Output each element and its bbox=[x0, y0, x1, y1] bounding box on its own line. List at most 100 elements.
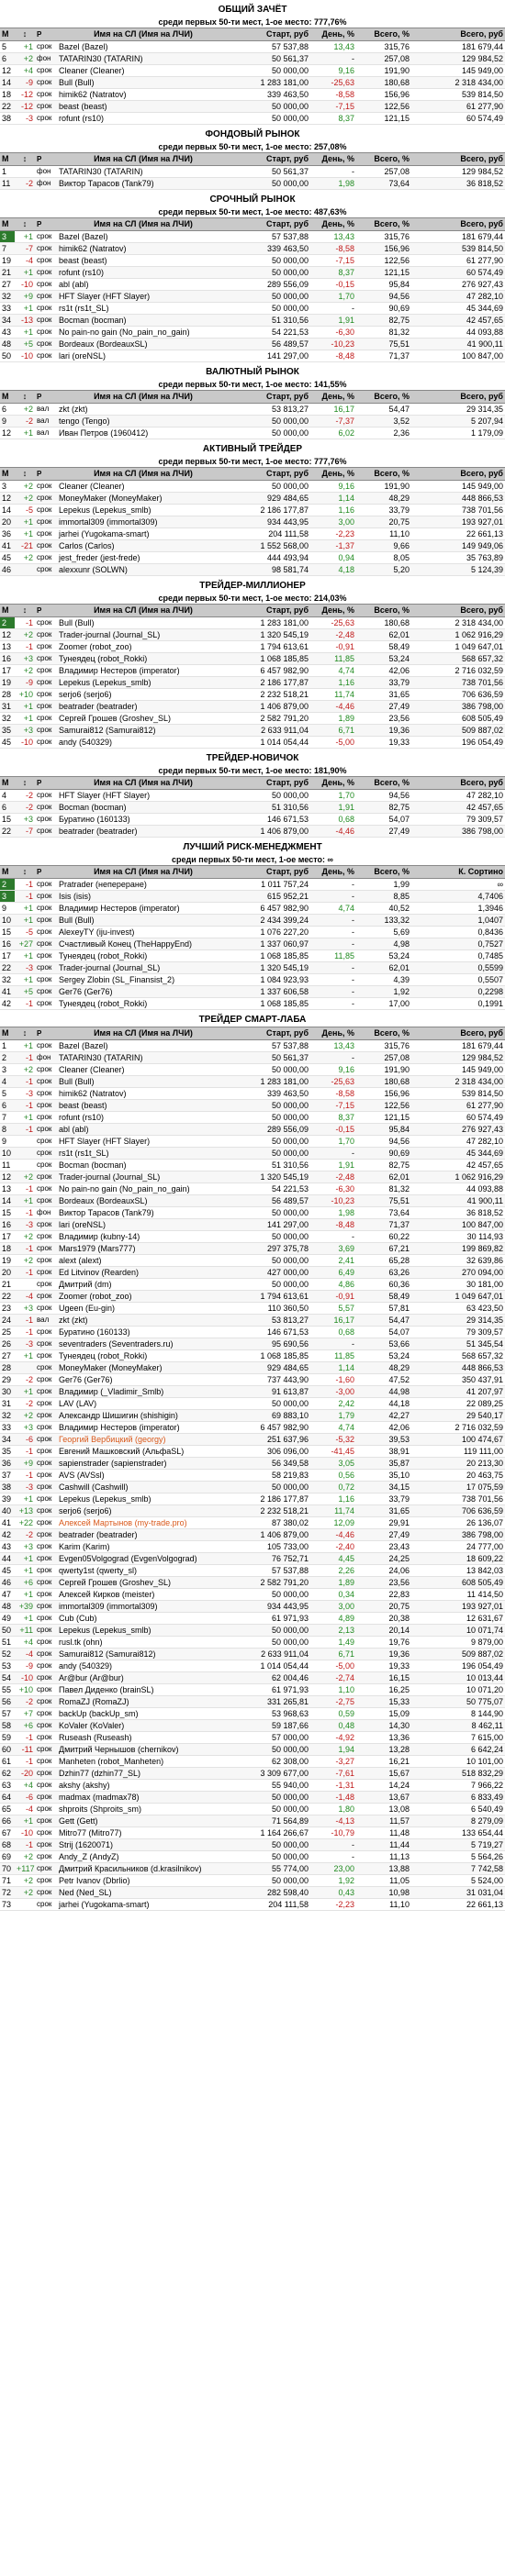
table-row[interactable]: 15 -5 срок AlexeyTY (iju-invest) 1 076 227,2… bbox=[0, 927, 505, 938]
column-header-total-value[interactable]: Всего, руб bbox=[411, 1027, 505, 1039]
table-row[interactable]: 33 +1 срок rs1t (rs1t_SL) 50 000,00 - 90,69 45 … bbox=[0, 303, 505, 315]
cell-name[interactable]: zkt (zkt) bbox=[57, 404, 230, 415]
cell-name[interactable]: Manheten (robot_Manheten) bbox=[57, 1756, 230, 1767]
cell-name[interactable]: Тунеядец (robot_Rokki) bbox=[57, 950, 230, 961]
cell-name[interactable]: Samurai812 (Samurai812) bbox=[57, 1649, 230, 1660]
column-header-name[interactable]: Имя на СЛ (Имя на ЛЧИ) bbox=[57, 391, 230, 403]
column-header-place[interactable]: М bbox=[0, 218, 15, 230]
column-header-total-value[interactable]: Всего, руб bbox=[411, 468, 505, 480]
cell-name[interactable]: RomaZJ (RomaZJ) bbox=[57, 1696, 230, 1707]
table-row[interactable]: 42 -2 срок beatrader (beatrader) 1 406 879,0… bbox=[0, 1529, 505, 1541]
cell-name[interactable]: Dzhin77 (dzhin77_SL) bbox=[57, 1768, 230, 1779]
table-row[interactable]: 47 +1 срок Алексей Кирков (meister) 50 000,0… bbox=[0, 1589, 505, 1601]
table-row[interactable]: 41 +22 срок Алексей Мартынов (my-trade.pro)… bbox=[0, 1517, 505, 1529]
table-row[interactable]: 3 +1 срок Bazel (Bazel) 57 537,88 13,43 315,76… bbox=[0, 231, 505, 243]
table-row[interactable]: 22 -7 срок beatrader (beatrader) 1 406 879,0… bbox=[0, 826, 505, 838]
table-row[interactable]: 32 +1 срок Сергей Грошев (Groshev_SL) 2 582 … bbox=[0, 713, 505, 725]
column-header-place[interactable]: М bbox=[0, 28, 15, 40]
column-header-delta[interactable]: ↕ bbox=[15, 391, 35, 403]
cell-name[interactable]: abl (abl) bbox=[57, 1124, 230, 1135]
table-row[interactable]: 53 -9 срок andy (540329) 1 014 054,44 -5,00 19… bbox=[0, 1660, 505, 1672]
cell-name[interactable]: madmax (madmax78) bbox=[57, 1792, 230, 1803]
cell-name[interactable]: Сергей Грошев (Groshev_SL) bbox=[57, 713, 230, 724]
cell-name[interactable]: Pratrader (непереране) bbox=[57, 879, 230, 890]
table-row[interactable]: 59 -1 срок Ruseash (Ruseash) 57 000,00 -4,92 1… bbox=[0, 1732, 505, 1744]
table-row[interactable]: 8 -1 срок abl (abl) 289 556,09 -0,15 95,84 276 … bbox=[0, 1124, 505, 1136]
table-row[interactable]: 48 +39 срок immortal309 (immortal309) 934 44… bbox=[0, 1601, 505, 1613]
cell-name[interactable]: No pain-no gain (No_pain_no_gain) bbox=[57, 327, 230, 338]
table-row[interactable]: 50 -10 срок lari (oreNSL) 141 297,00 -8,48 71,… bbox=[0, 350, 505, 362]
cell-name[interactable]: LAV (LAV) bbox=[57, 1398, 230, 1409]
table-row[interactable]: 12 +2 срок Trader-journal (Journal_SL) 1 320… bbox=[0, 629, 505, 641]
cell-name[interactable]: HFT Slayer (HFT Slayer) bbox=[57, 790, 230, 801]
cell-name[interactable]: Petr Ivanov (Dbrlio) bbox=[57, 1875, 230, 1886]
cell-name[interactable]: Виктор Тарасов (Tank79) bbox=[57, 1207, 230, 1218]
cell-name[interactable]: Bazel (Bazel) bbox=[57, 1040, 230, 1051]
column-header-total-pct[interactable]: Всего, % bbox=[356, 866, 411, 878]
cell-name[interactable]: Алексей Кирков (meister) bbox=[57, 1589, 230, 1600]
cell-name[interactable]: abl (abl) bbox=[57, 279, 230, 290]
cell-name[interactable]: Ar@bur (Ar@bur) bbox=[57, 1672, 230, 1683]
cell-name[interactable]: Trader-journal (Journal_SL) bbox=[57, 629, 230, 640]
column-header-day[interactable]: День, % bbox=[310, 468, 356, 480]
cell-name[interactable]: rusl.tk (ohn) bbox=[57, 1637, 230, 1648]
cell-name[interactable]: Владимир Нестеров (imperator) bbox=[57, 903, 230, 914]
cell-name[interactable]: Sergey Zlobin (SL_Finansist_2) bbox=[57, 974, 230, 985]
table-row[interactable]: 12 +2 срок Trader-journal (Journal_SL) 1 320… bbox=[0, 1171, 505, 1183]
table-row[interactable]: 16 +27 срок Счастливый Конец (TheHappyEnd) 1… bbox=[0, 938, 505, 950]
cell-name[interactable]: beatrader (beatrader) bbox=[57, 1529, 230, 1540]
table-row[interactable]: 57 +7 срок backUp (backUp_sm) 53 968,63 0,59 1… bbox=[0, 1708, 505, 1720]
table-row[interactable]: 27 +1 срок Тунеядец (robot_Rokki) 1 068 185,… bbox=[0, 1350, 505, 1362]
cell-name[interactable]: Trader-journal (Journal_SL) bbox=[57, 1171, 230, 1183]
cell-name[interactable]: shproits (Shproits_sm) bbox=[57, 1804, 230, 1815]
table-row[interactable]: 30 +1 срок Владимир (_Vladimir_Smlb) 91 613,… bbox=[0, 1386, 505, 1398]
cell-name[interactable]: Lepekus (Lepekus_smlb) bbox=[57, 1625, 230, 1636]
cell-name[interactable]: Евгений Машковский (АльфаSL) bbox=[57, 1446, 230, 1457]
cell-name[interactable]: lari (oreNSL) bbox=[57, 1219, 230, 1230]
cell-name[interactable]: Andy_Z (AndyZ) bbox=[57, 1851, 230, 1862]
cell-name[interactable]: Zoomer (robot_zoo) bbox=[57, 1291, 230, 1302]
table-row[interactable]: 71 +2 срок Petr Ivanov (Dbrlio) 50 000,00 1,9… bbox=[0, 1875, 505, 1887]
table-row[interactable]: 17 +2 срок Владимир (kubny-14) 50 000,00 - 60,… bbox=[0, 1231, 505, 1243]
table-row[interactable]: 55 +10 срок Павел Диденко (brainSL) 61 971,9… bbox=[0, 1684, 505, 1696]
column-header-name[interactable]: Имя на СЛ (Имя на ЛЧИ) bbox=[57, 777, 230, 789]
column-header-start[interactable]: Старт, руб bbox=[230, 777, 310, 789]
cell-name[interactable]: Ger76 (Ger76) bbox=[57, 986, 230, 997]
table-row[interactable]: 19 +2 срок alext (alext) 50 000,00 2,41 65,28 3… bbox=[0, 1255, 505, 1267]
cell-name[interactable]: rs1t (rs1t_SL) bbox=[57, 303, 230, 314]
table-row[interactable]: 67 -10 срок Mitro77 (Mitro77) 1 164 266,67 -1… bbox=[0, 1827, 505, 1839]
cell-name[interactable]: akshy (akshy) bbox=[57, 1780, 230, 1791]
table-row[interactable]: 60 -11 срок Дмитрий Чернышов (chernikov) 50 … bbox=[0, 1744, 505, 1756]
table-row[interactable]: 12 +1 вал Иван Петров (1960412) 50 000,00 6,0… bbox=[0, 427, 505, 439]
table-row[interactable]: 13 -1 срок No pain-no gain (No_pain_no_gain… bbox=[0, 1183, 505, 1195]
cell-name[interactable]: Тунеядец (robot_Rokki) bbox=[57, 1350, 230, 1361]
cell-name[interactable]: Bazel (Bazel) bbox=[57, 231, 230, 242]
column-header-start[interactable]: Старт, руб bbox=[230, 1027, 310, 1039]
column-header-start[interactable]: Старт, руб bbox=[230, 468, 310, 480]
cell-name[interactable]: himik62 (Natratov) bbox=[57, 1088, 230, 1099]
column-header-name[interactable]: Имя на СЛ (Имя на ЛЧИ) bbox=[57, 468, 230, 480]
column-header-total-value[interactable]: Всего, руб bbox=[411, 777, 505, 789]
cell-name[interactable]: TATARIN30 (TATARIN) bbox=[57, 53, 230, 64]
table-row[interactable]: 17 +2 срок Владимир Нестеров (imperator) 6 4… bbox=[0, 665, 505, 677]
cell-name[interactable]: Mars1979 (Mars777) bbox=[57, 1243, 230, 1254]
table-row[interactable]: 15 -1 фон Виктор Тарасов (Tank79) 50 000,00 1… bbox=[0, 1207, 505, 1219]
cell-name[interactable]: Дмитрий Красильников (d.krasilnikov) bbox=[57, 1863, 230, 1874]
column-header-day[interactable]: День, % bbox=[310, 28, 356, 40]
column-header-day[interactable]: День, % bbox=[310, 1027, 356, 1039]
table-row[interactable]: 21 +1 срок rofunt (rs10) 50 000,00 8,37 121,15… bbox=[0, 267, 505, 279]
column-header-place[interactable]: М bbox=[0, 605, 15, 616]
table-row[interactable]: 14 -5 срок Lepekus (Lepekus_smlb) 2 186 177,… bbox=[0, 505, 505, 516]
table-row[interactable]: 18 -1 срок Mars1979 (Mars777) 297 375,78 3,69… bbox=[0, 1243, 505, 1255]
cell-name[interactable]: jarhei (Yugokama-smart) bbox=[57, 528, 230, 539]
table-row[interactable]: 26 -3 срок seventraders (Seventraders.ru) 95… bbox=[0, 1338, 505, 1350]
table-row[interactable]: 70 +117 срок Дмитрий Красильников (d.krasil… bbox=[0, 1863, 505, 1875]
cell-name[interactable]: Виктор Тарасов (Tank79) bbox=[57, 178, 230, 189]
cell-name[interactable]: Lepekus (Lepekus_smlb) bbox=[57, 677, 230, 688]
table-row[interactable]: 69 +2 срок Andy_Z (AndyZ) 50 000,00 - 11,13 5 5… bbox=[0, 1851, 505, 1863]
column-header-market[interactable]: Р bbox=[35, 605, 57, 616]
cell-name[interactable]: HFT Slayer (HFT Slayer) bbox=[57, 291, 230, 302]
table-row[interactable]: 21 срок Дмитрий (dm) 50 000,00 4,86 60,36 30 1… bbox=[0, 1279, 505, 1291]
table-row[interactable]: 32 +9 срок HFT Slayer (HFT Slayer) 50 000,00… bbox=[0, 291, 505, 303]
column-header-place[interactable]: М bbox=[0, 866, 15, 878]
